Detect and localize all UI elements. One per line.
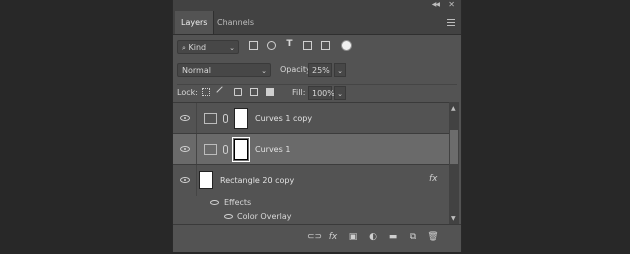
new-adjustment-layer-icon[interactable]: ◐: [367, 232, 379, 243]
layer-mask-thumbnail[interactable]: [234, 108, 248, 129]
layer-name[interactable]: Rectangle 20 copy: [220, 175, 294, 187]
close-panel-icon[interactable]: ✕: [448, 0, 455, 9]
panel-top-strip: ◀◀ ✕: [173, 0, 461, 11]
filter-kind-label: Kind: [188, 43, 207, 52]
opacity-dropdown-icon[interactable]: ⌄: [334, 63, 346, 77]
panel-tab-bar: Layers Channels: [173, 11, 461, 35]
shape-layer-filter-icon[interactable]: [303, 41, 312, 50]
search-icon: ⌕: [182, 44, 186, 52]
layers-bottom-bar: ⊂⊃ fx ▣ ◐ ▬ ⧉ 🗑: [173, 224, 461, 252]
pixel-layer-filter-icon[interactable]: [249, 41, 258, 50]
fx-icon[interactable]: fx: [429, 174, 438, 184]
divider: [196, 103, 197, 133]
fill-input[interactable]: 100%: [308, 86, 335, 100]
collapse-panel-icon[interactable]: ◀◀: [432, 1, 440, 8]
bottom-icons: ⊂⊃ fx ▣ ◐ ▬ ⧉ 🗑: [307, 232, 439, 243]
layer-name[interactable]: Curves 1: [255, 144, 290, 156]
filter-toggle-icon[interactable]: [341, 40, 352, 51]
lock-icons: [202, 86, 274, 98]
layer-mask-thumbnail[interactable]: [232, 137, 250, 162]
visibility-eye-icon[interactable]: [180, 146, 190, 152]
lock-image-pixels-icon[interactable]: [216, 86, 228, 98]
type-layer-filter-icon[interactable]: T: [285, 40, 294, 50]
visibility-eye-icon[interactable]: [180, 177, 190, 183]
layer-row-selected[interactable]: Curves 1: [173, 134, 449, 165]
curves-adjustment-icon: [204, 144, 217, 155]
adjustment-layer-filter-icon[interactable]: [267, 41, 276, 50]
add-layer-style-icon[interactable]: fx: [327, 232, 339, 243]
fill-dropdown-icon[interactable]: ⌄: [334, 86, 346, 100]
blend-mode-value: Normal: [182, 66, 211, 75]
fill-label: Fill:: [292, 88, 306, 97]
add-mask-icon[interactable]: ▣: [347, 232, 359, 243]
lock-transparent-pixels-icon[interactable]: [202, 88, 210, 96]
blend-mode-select[interactable]: Normal ⌄: [177, 63, 271, 77]
layer-list: Curves 1 copy Curves 1 Rectangle 20 copy…: [173, 102, 449, 225]
divider: [196, 134, 197, 164]
filter-icons: T: [249, 40, 330, 50]
lock-position-icon[interactable]: [234, 88, 242, 96]
layer-list-scrollbar[interactable]: ▲ ▼: [449, 102, 459, 224]
link-layers-icon[interactable]: ⊂⊃: [307, 232, 322, 243]
smart-object-filter-icon[interactable]: [321, 41, 330, 50]
effects-eye-icon[interactable]: [210, 200, 219, 205]
scroll-down-icon[interactable]: ▼: [451, 215, 456, 222]
new-layer-icon[interactable]: ⧉: [407, 232, 419, 243]
chevron-down-icon: ⌄: [229, 44, 235, 52]
tab-layers[interactable]: Layers: [175, 11, 215, 34]
layer-row[interactable]: Curves 1 copy: [173, 103, 449, 134]
panel-menu-icon[interactable]: [447, 19, 455, 28]
effects-row[interactable]: Effects: [173, 196, 449, 210]
lock-label: Lock:: [177, 88, 198, 97]
divider: [196, 165, 197, 196]
filter-kind-select[interactable]: ⌕ Kind ⌄: [177, 40, 239, 54]
effect-eye-icon[interactable]: [224, 214, 233, 219]
effects-label: Effects: [224, 198, 252, 207]
layers-panel: ◀◀ ✕ Layers Channels ⌕ Kind ⌄ T Normal ⌄…: [172, 0, 462, 252]
tab-channels[interactable]: Channels: [211, 11, 260, 34]
scroll-up-icon[interactable]: ▲: [451, 105, 456, 112]
layer-name[interactable]: Curves 1 copy: [255, 113, 312, 125]
opacity-input[interactable]: 25%: [308, 63, 332, 77]
visibility-eye-icon[interactable]: [180, 115, 190, 121]
delete-layer-icon[interactable]: 🗑: [427, 232, 439, 243]
layer-thumbnail[interactable]: [199, 171, 213, 189]
filter-row: ⌕ Kind ⌄ T: [177, 40, 457, 56]
curves-adjustment-icon: [204, 113, 217, 124]
lock-row: Lock: Fill: 100% ⌄: [177, 84, 457, 100]
chain-link-icon[interactable]: [223, 114, 228, 123]
scrollbar-thumb[interactable]: [450, 130, 458, 164]
layer-row[interactable]: Rectangle 20 copy fx Effects Color Overl…: [173, 165, 449, 225]
new-group-icon[interactable]: ▬: [387, 232, 399, 243]
chain-link-icon[interactable]: [223, 145, 228, 154]
effect-item-label: Color Overlay: [237, 212, 292, 221]
effect-item-row[interactable]: Color Overlay: [173, 210, 449, 224]
lock-all-icon[interactable]: [266, 88, 274, 96]
lock-artboard-icon[interactable]: [250, 88, 258, 96]
blend-row: Normal ⌄ Opacity: 25% ⌄: [177, 63, 457, 77]
chevron-down-icon: ⌄: [261, 67, 267, 75]
